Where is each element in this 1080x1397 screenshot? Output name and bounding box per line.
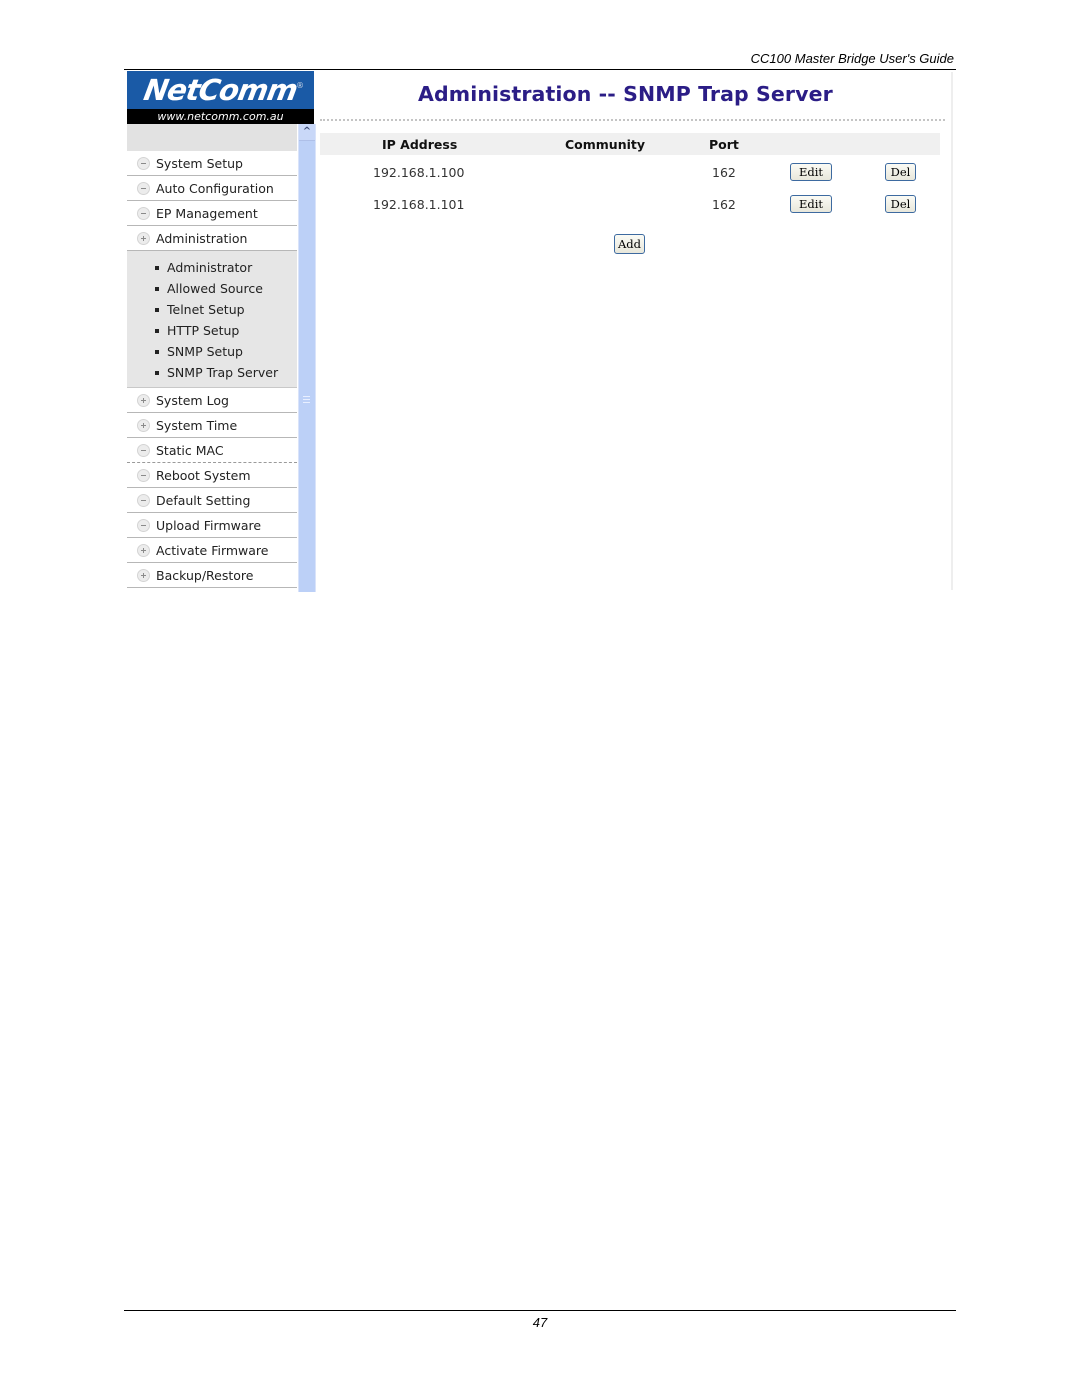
sidebar-item-label: Auto Configuration: [156, 180, 274, 196]
submenu-item-label: SNMP Trap Server: [167, 365, 279, 380]
sidebar-item-upload-firmware[interactable]: Upload Firmware: [127, 513, 297, 538]
sidebar-item-label: EP Management: [156, 205, 258, 221]
collapse-minus-icon: [137, 468, 150, 482]
sidebar-item-auto-configuration[interactable]: Auto Configuration: [127, 176, 297, 201]
sidebar-item-system-setup[interactable]: System Setup: [127, 151, 297, 176]
delete-button[interactable]: Del: [885, 163, 916, 181]
sidebar-item-label: System Time: [156, 417, 238, 433]
sidebar-header: [127, 124, 297, 151]
table-header: IP Address Community Port: [320, 133, 940, 155]
expand-plus-icon: [137, 543, 150, 557]
screenshot-right-edge: [951, 72, 953, 590]
submenu-item-http-setup[interactable]: HTTP Setup: [127, 320, 297, 341]
sidebar-scrollbar[interactable]: ^: [298, 124, 316, 592]
sidebar-menu: System Setup Auto Configuration EP Managem…: [127, 151, 297, 588]
scroll-grip-icon[interactable]: [303, 396, 310, 403]
port-cell: 162: [712, 165, 736, 180]
expand-plus-icon: [137, 418, 150, 432]
collapse-minus-icon: [137, 181, 150, 195]
edit-button[interactable]: Edit: [790, 163, 832, 181]
netcomm-logo: NetComm ® www.netcomm.com.au: [127, 71, 314, 124]
bullet-icon: [155, 349, 159, 354]
submenu-item-label: Allowed Source: [167, 281, 263, 296]
document-header-title: CC100 Master Bridge User's Guide: [750, 51, 954, 66]
delete-button[interactable]: Del: [885, 195, 916, 213]
ip-address-cell: 192.168.1.101: [373, 197, 465, 212]
sidebar-item-administration[interactable]: Administration: [127, 226, 297, 251]
submenu-item-allowed-source[interactable]: Allowed Source: [127, 278, 297, 299]
bullet-icon: [155, 265, 159, 270]
table-row: 192.168.1.100 162 Edit Del: [320, 160, 940, 186]
page-title: Administration -- SNMP Trap Server: [418, 82, 833, 106]
bullet-icon: [155, 328, 159, 333]
submenu-item-label: Administrator: [167, 260, 253, 275]
sidebar-item-ep-management[interactable]: EP Management: [127, 201, 297, 226]
port-cell: 162: [712, 197, 736, 212]
sidebar-item-default-setting[interactable]: Default Setting: [127, 488, 297, 513]
expand-plus-icon: [137, 568, 150, 582]
administration-submenu: Administrator Allowed Source Telnet Setup H…: [127, 251, 297, 388]
ip-address-cell: 192.168.1.100: [373, 165, 465, 180]
table-row: 192.168.1.101 162 Edit Del: [320, 192, 940, 218]
sidebar-item-label: Backup/Restore: [156, 567, 254, 583]
column-header-port: Port: [709, 137, 739, 152]
collapse-minus-icon: [137, 518, 150, 532]
sidebar-item-reboot-system[interactable]: Reboot System: [127, 463, 297, 488]
sidebar-item-label: Administration: [156, 230, 248, 246]
sidebar-item-label: Static MAC: [156, 442, 224, 458]
page-number: 47: [532, 1315, 548, 1330]
sidebar-item-backup-restore[interactable]: Backup/Restore: [127, 563, 297, 588]
sidebar-item-system-time[interactable]: System Time: [127, 413, 297, 438]
column-header-community: Community: [565, 137, 646, 152]
collapse-minus-icon: [137, 443, 150, 457]
edit-button[interactable]: Edit: [790, 195, 832, 213]
logo-url: www.netcomm.com.au: [127, 109, 314, 124]
logo-brand: NetComm: [141, 73, 300, 107]
sidebar-item-label: Default Setting: [156, 492, 251, 508]
logo-registered-mark: ®: [296, 81, 304, 90]
submenu-item-snmp-setup[interactable]: SNMP Setup: [127, 341, 297, 362]
submenu-item-label: SNMP Setup: [167, 344, 243, 359]
sidebar-item-activate-firmware[interactable]: Activate Firmware: [127, 538, 297, 563]
sidebar-item-label: System Setup: [156, 155, 243, 171]
bullet-icon: [155, 307, 159, 312]
sidebar-item-label: System Log: [156, 392, 229, 408]
screenshot-frame: NetComm ® www.netcomm.com.au System Setu…: [126, 70, 952, 592]
submenu-item-label: HTTP Setup: [167, 323, 240, 338]
collapse-minus-icon: [137, 156, 150, 170]
sidebar-item-label: Upload Firmware: [156, 517, 262, 533]
submenu-item-snmp-trap-server[interactable]: SNMP Trap Server: [127, 362, 297, 383]
expand-plus-icon: [137, 393, 150, 407]
bullet-icon: [155, 286, 159, 291]
submenu-item-label: Telnet Setup: [167, 302, 245, 317]
sidebar-item-static-mac[interactable]: Static MAC: [127, 438, 297, 463]
sidebar-item-label: Activate Firmware: [156, 542, 269, 558]
collapse-minus-icon: [137, 493, 150, 507]
footer-rule: [124, 1310, 956, 1311]
bullet-icon: [155, 370, 159, 375]
submenu-item-administrator[interactable]: Administrator: [127, 257, 297, 278]
collapse-minus-icon: [137, 206, 150, 220]
expand-plus-icon: [137, 231, 150, 245]
add-button[interactable]: Add: [614, 234, 645, 254]
sidebar-item-label: Reboot System: [156, 467, 251, 483]
scroll-up-arrow-icon[interactable]: ^: [299, 124, 315, 141]
sidebar-item-system-log[interactable]: System Log: [127, 388, 297, 413]
title-divider: [320, 119, 945, 121]
submenu-item-telnet-setup[interactable]: Telnet Setup: [127, 299, 297, 320]
column-header-ip-address: IP Address: [382, 137, 458, 152]
